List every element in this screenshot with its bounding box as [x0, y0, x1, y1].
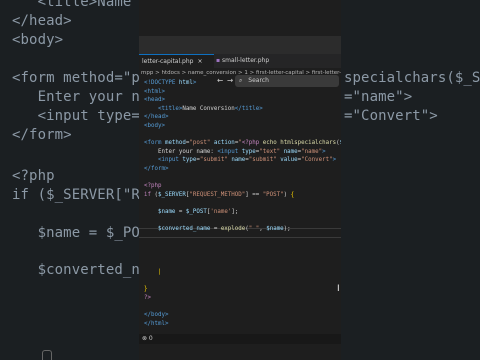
- code-line: if ($_SERVER["REQUEST_METHOD"] == "POST"…: [144, 191, 295, 198]
- breadcrumb[interactable]: mpp > htdocs > name_conversion > 1 > fir…: [139, 68, 341, 78]
- code-line: $name = $_POST['name'];: [157, 208, 239, 215]
- tab-label: small-letter.php: [222, 57, 270, 64]
- tab-letter-capital[interactable]: letter-capital.php ×: [139, 54, 214, 69]
- problems-indicator[interactable]: ⊗ 0: [142, 335, 153, 342]
- bg-line: </head>: [12, 13, 72, 29]
- code-line: <input type="submit" name="submit" value…: [157, 157, 337, 164]
- code-area[interactable]: <!DOCTYPE html> <html> <head> <title>Nam…: [144, 79, 341, 328]
- code-line: <?php: [144, 183, 162, 190]
- bg-line: ="name">: [344, 89, 413, 105]
- code-line: </body>: [144, 312, 169, 319]
- php-file-icon: ▪: [216, 57, 221, 64]
- bg-line: <title>Name Co: [12, 0, 157, 10]
- code-line: </html>: [144, 320, 169, 327]
- bg-line: if ($_SERVER["RE: [12, 187, 149, 203]
- tab-bar: letter-capital.php × ▪ small-letter.php: [139, 54, 341, 69]
- code-line: <html>: [144, 88, 165, 95]
- bg-line: specialchars($_SER: [344, 70, 480, 86]
- bg-line: $name = $_POS: [12, 225, 149, 241]
- bg-line: <?php: [12, 168, 55, 184]
- bg-line: </form>: [12, 127, 72, 143]
- code-line: <title>Name Conversion</title>: [157, 105, 263, 112]
- code-line: $converted_name = explode(" ", $name);: [157, 226, 291, 233]
- tab-label: letter-capital.php: [142, 58, 194, 65]
- code-editor-window: ← → ⌕ Search letter-capital.php × ▪ small…: [139, 0, 341, 360]
- code-line: ?>: [144, 294, 151, 301]
- bg-line: ="Convert">: [344, 108, 438, 124]
- code-line: <!DOCTYPE html>: [144, 80, 197, 86]
- code-line: <head>: [144, 97, 165, 104]
- text-cursor-icon: I: [337, 284, 340, 294]
- code-line: <body>: [144, 122, 165, 129]
- code-line: |: [157, 269, 162, 276]
- code-line: }: [144, 286, 148, 293]
- bg-line: <form method="pos: [12, 70, 157, 86]
- code-line: </head>: [144, 114, 169, 121]
- bg-line: Enter your na: [12, 89, 149, 105]
- bg-line: <body>: [12, 32, 64, 48]
- code-line: Enter your name: <input type="text" name…: [157, 148, 326, 155]
- close-icon[interactable]: ×: [197, 58, 202, 65]
- status-bar: ⊗ 0: [139, 334, 341, 344]
- code-line: </form>: [144, 165, 169, 172]
- bg-line: $converted_na: [12, 262, 149, 278]
- bg-line: <input type=: [12, 108, 140, 124]
- code-line: <form method="post" action="<?php echo h…: [144, 140, 341, 147]
- title-bar: ← → ⌕ Search: [139, 36, 341, 87]
- tab-small-letter[interactable]: ▪ small-letter.php: [213, 54, 286, 68]
- hand-cursor-icon: [42, 350, 52, 360]
